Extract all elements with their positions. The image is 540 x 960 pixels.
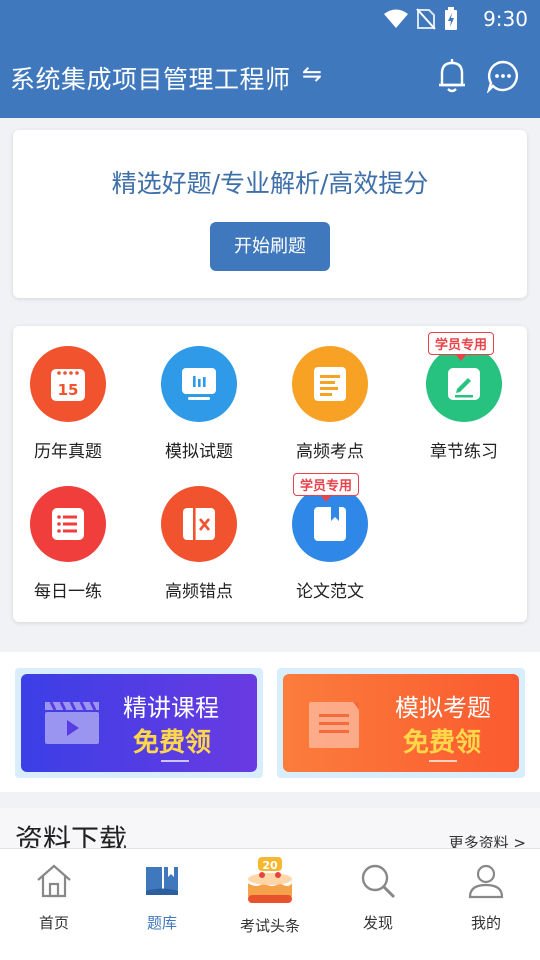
feature-daily-practice[interactable]: 每日一练 xyxy=(8,486,128,602)
feature-label: 章节练习 xyxy=(430,442,498,462)
promo-free: 免费领 xyxy=(403,728,482,758)
tab-label: 发现 xyxy=(362,914,393,932)
search-icon xyxy=(361,864,396,899)
app-header: 系统集成项目管理工程师 ⇋ xyxy=(0,38,540,118)
tab-discover[interactable]: 发现 xyxy=(324,849,432,960)
course-promo-banner[interactable]: 精讲课程 免费领 xyxy=(15,668,263,778)
promo-title: 精讲课程 xyxy=(123,694,219,722)
bottom-tab-bar: 首页 题库 20 考试头条 发现 我的 xyxy=(0,848,540,960)
promo-dash xyxy=(161,760,189,762)
home-icon xyxy=(37,864,71,898)
member-only-badge: 学员专用 xyxy=(293,473,360,502)
document-icon xyxy=(292,346,368,422)
promo-title: 模拟考题 xyxy=(395,694,491,722)
cake-icon: 20 xyxy=(248,857,292,903)
tab-label: 题库 xyxy=(146,914,177,932)
feature-label: 历年真题 xyxy=(34,442,102,462)
bell-icon[interactable] xyxy=(436,58,468,94)
user-icon xyxy=(468,864,504,899)
status-bar: 9:30 xyxy=(0,0,540,38)
tab-label: 考试头条 xyxy=(239,917,300,935)
course-promo-inner: 精讲课程 免费领 xyxy=(21,674,257,772)
feature-mock-tests[interactable]: 模拟试题 xyxy=(139,346,259,462)
start-practice-button[interactable]: 开始刷题 xyxy=(210,222,330,271)
tab-question-bank[interactable]: 题库 xyxy=(108,849,216,960)
feature-past-exams[interactable]: 15 历年真题 xyxy=(8,346,128,462)
feature-sample-essays[interactable]: 论文范文 xyxy=(270,486,390,602)
feature-label: 论文范文 xyxy=(296,582,364,602)
feature-chapter-practice[interactable]: 章节练习 xyxy=(404,346,524,462)
list-icon xyxy=(30,486,106,562)
hero-card: 精选好题/专业解析/高效提分 开始刷题 xyxy=(13,130,527,298)
tab-label: 首页 xyxy=(38,914,69,932)
tab-mine[interactable]: 我的 xyxy=(432,849,540,960)
mock-exam-promo-banner[interactable]: 模拟考题 免费领 xyxy=(277,668,525,778)
mock-exam-promo-inner: 模拟考题 免费领 xyxy=(283,674,519,772)
calendar-icon-text: 15 xyxy=(58,381,79,399)
feature-key-points[interactable]: 高频考点 xyxy=(270,346,390,462)
no-sim-icon xyxy=(416,8,436,30)
chart-board-icon xyxy=(161,346,237,422)
feature-grid: 15 历年真题 模拟试题 高频考点 章节练习 学员专用 每日一练 高频错点 论文… xyxy=(13,326,527,622)
exam-title[interactable]: 系统集成项目管理工程师 xyxy=(10,60,291,96)
promo-dash xyxy=(429,760,457,762)
paper-icon xyxy=(309,702,359,748)
feature-label: 每日一练 xyxy=(34,582,102,602)
wifi-icon xyxy=(384,9,408,28)
member-only-badge: 学员专用 xyxy=(428,332,495,361)
feature-label: 高频错点 xyxy=(165,582,233,602)
message-icon[interactable] xyxy=(486,59,520,93)
svg-text:20: 20 xyxy=(262,859,278,872)
tab-label: 我的 xyxy=(470,914,501,932)
question-bank-icon xyxy=(146,867,178,895)
battery-charging-icon xyxy=(445,7,457,30)
feature-label: 高频考点 xyxy=(296,442,364,462)
switch-exam-icon[interactable]: ⇋ xyxy=(302,60,322,88)
calendar-icon: 15 xyxy=(30,346,106,422)
feature-common-errors[interactable]: 高频错点 xyxy=(139,486,259,602)
hero-slogan: 精选好题/专业解析/高效提分 xyxy=(111,169,429,198)
tab-exam-news[interactable]: 20 考试头条 xyxy=(216,849,324,960)
promo-strip: 精讲课程 免费领 模拟考题 免费领 xyxy=(0,652,540,792)
error-book-icon xyxy=(161,486,237,562)
promo-free: 免费领 xyxy=(133,728,212,758)
tab-home[interactable]: 首页 xyxy=(0,849,108,960)
status-icons xyxy=(384,7,458,31)
status-time: 9:30 xyxy=(483,7,528,31)
feature-label: 模拟试题 xyxy=(165,442,233,462)
video-clapper-icon xyxy=(45,701,99,744)
